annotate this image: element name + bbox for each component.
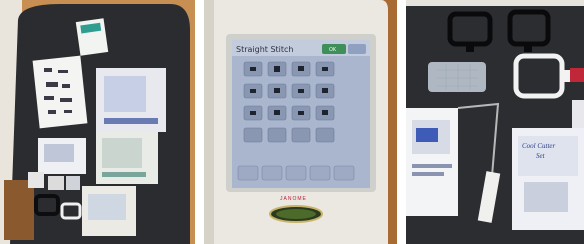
box-title-line2: Set xyxy=(536,152,546,160)
product-box-left xyxy=(406,108,458,216)
foot-box-1 xyxy=(96,68,166,132)
menu-button[interactable] xyxy=(348,44,366,54)
chair-leg xyxy=(4,180,34,240)
brand-logo: JANOME xyxy=(280,196,307,202)
foot-box-2 xyxy=(96,132,158,184)
red-tag xyxy=(570,68,584,82)
photo-hoops-boxes: Cool Cutter Set xyxy=(406,0,584,244)
photo-machine-screen: Straight Stitch OK JANOME xyxy=(204,0,397,244)
stitch-chart xyxy=(32,55,88,129)
ok-label: OK xyxy=(329,47,337,53)
foot-box-3 xyxy=(38,138,86,174)
photo-accessories xyxy=(0,0,195,244)
box-title-line1: Cool Cutter xyxy=(522,142,556,150)
screen-tabs[interactable] xyxy=(237,165,355,181)
screen-title: Straight Stitch xyxy=(236,45,294,54)
foot-box-4 xyxy=(82,186,136,236)
accessory-card xyxy=(75,18,109,56)
clear-template xyxy=(428,62,486,92)
